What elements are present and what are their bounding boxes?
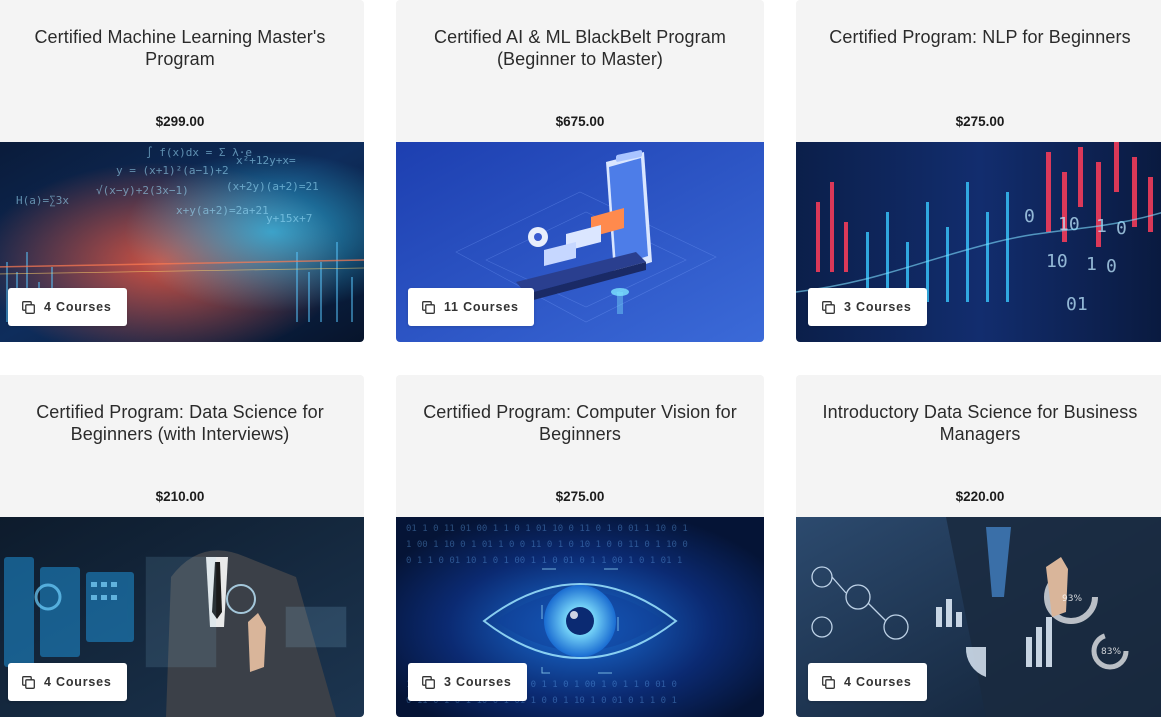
copy-stack-icon [822, 300, 835, 314]
courses-count: 3 Courses [844, 300, 912, 314]
card-title[interactable]: Certified AI & ML BlackBelt Program (Beg… [414, 26, 746, 70]
courses-count: 4 Courses [44, 675, 112, 689]
course-card-business-managers[interactable]: Introductory Data Science for Business M… [796, 375, 1161, 717]
card-title[interactable]: Certified Program: Computer Vision for B… [414, 401, 746, 445]
card-header: Certified AI & ML BlackBelt Program (Beg… [396, 0, 764, 142]
svg-text:83%: 83% [1101, 647, 1121, 657]
svg-text:√(x−y)+2(3x−1): √(x−y)+2(3x−1) [96, 184, 189, 197]
courses-count-badge: 3 Courses [408, 663, 527, 701]
svg-text:0: 0 [1024, 206, 1035, 227]
svg-text:01: 01 [1066, 294, 1088, 315]
courses-count-badge: 4 Courses [8, 663, 127, 701]
card-image[interactable]: 11 Courses [396, 142, 764, 342]
card-price: $299.00 [155, 114, 205, 129]
card-header: Certified Program: Data Science for Begi… [0, 375, 364, 517]
course-card-data-science[interactable]: Certified Program: Data Science for Begi… [0, 375, 364, 717]
courses-count-badge: 4 Courses [808, 663, 927, 701]
card-header: Certified Machine Learning Master's Prog… [0, 0, 364, 142]
svg-text:10: 10 [1058, 214, 1080, 235]
copy-stack-icon [422, 300, 435, 314]
card-image[interactable]: 4 Courses [0, 517, 364, 717]
courses-count-badge: 11 Courses [408, 288, 534, 326]
svg-text:H(a)=∑3x: H(a)=∑3x [16, 194, 69, 207]
courses-count-badge: 4 Courses [8, 288, 127, 326]
card-image[interactable]: 01 1 0 11 01 00 1 1 0 1 01 10 0 11 0 1 0… [396, 517, 764, 717]
course-card-nlp[interactable]: Certified Program: NLP for Beginners $27… [796, 0, 1161, 342]
card-header: Certified Program: NLP for Beginners $27… [796, 0, 1161, 142]
svg-text:x+y(a+2)=2a+21: x+y(a+2)=2a+21 [176, 204, 269, 217]
svg-text:0 1 1 0 01 10 1 0 1 00 1 1 0 0: 0 1 1 0 01 10 1 0 1 00 1 1 0 01 0 1 1 00… [406, 556, 682, 566]
card-header: Introductory Data Science for Business M… [796, 375, 1161, 517]
card-title[interactable]: Certified Program: NLP for Beginners [814, 26, 1146, 48]
card-title[interactable]: Certified Program: Data Science for Begi… [14, 401, 346, 445]
card-image[interactable]: ∫ f(x)dx = Σ λ·e y = (x+1)²(a−1)+2 x²+12… [0, 142, 364, 342]
card-price: $275.00 [955, 114, 1005, 129]
copy-stack-icon [822, 675, 835, 689]
courses-count: 3 Courses [444, 675, 512, 689]
card-price: $210.00 [155, 489, 205, 504]
svg-text:1: 1 [1086, 254, 1097, 275]
svg-text:(x+2y)(a+2)=21: (x+2y)(a+2)=21 [226, 180, 319, 193]
svg-text:0: 0 [1106, 256, 1117, 277]
course-card-ai-ml-blackbelt[interactable]: Certified AI & ML BlackBelt Program (Beg… [396, 0, 764, 342]
svg-text:y+15x+7: y+15x+7 [266, 212, 312, 225]
card-image[interactable]: 93% 83% 4 Courses [796, 517, 1161, 717]
card-price: $220.00 [955, 489, 1005, 504]
courses-count-badge: 3 Courses [808, 288, 927, 326]
svg-text:x²+12y+x=: x²+12y+x= [236, 154, 296, 167]
course-card-ml-master[interactable]: Certified Machine Learning Master's Prog… [0, 0, 364, 342]
card-image[interactable]: 0 10 1 0 10 1 0 01 3 Courses [796, 142, 1161, 342]
svg-text:01 1 0 11 01 00 1 1 0 1 01 10: 01 1 0 11 01 00 1 1 0 1 01 10 0 11 0 1 0… [406, 524, 688, 534]
courses-count: 11 Courses [444, 300, 519, 314]
course-card-computer-vision[interactable]: Certified Program: Computer Vision for B… [396, 375, 764, 717]
card-price: $275.00 [555, 489, 605, 504]
svg-text:y = (x+1)²(a−1)+2: y = (x+1)²(a−1)+2 [116, 164, 229, 177]
copy-stack-icon [422, 675, 435, 689]
copy-stack-icon [22, 675, 35, 689]
svg-text:1 00 1 10 0 1 01 1 0 0 11 0 1: 1 00 1 10 0 1 01 1 0 0 11 0 1 0 10 1 0 0… [406, 540, 688, 550]
card-price: $675.00 [555, 114, 605, 129]
courses-count: 4 Courses [44, 300, 112, 314]
card-title[interactable]: Introductory Data Science for Business M… [814, 401, 1146, 445]
courses-count: 4 Courses [844, 675, 912, 689]
svg-text:93%: 93% [1062, 594, 1082, 604]
card-title[interactable]: Certified Machine Learning Master's Prog… [14, 26, 346, 70]
svg-text:10: 10 [1046, 251, 1068, 272]
copy-stack-icon [22, 300, 35, 314]
card-header: Certified Program: Computer Vision for B… [396, 375, 764, 517]
